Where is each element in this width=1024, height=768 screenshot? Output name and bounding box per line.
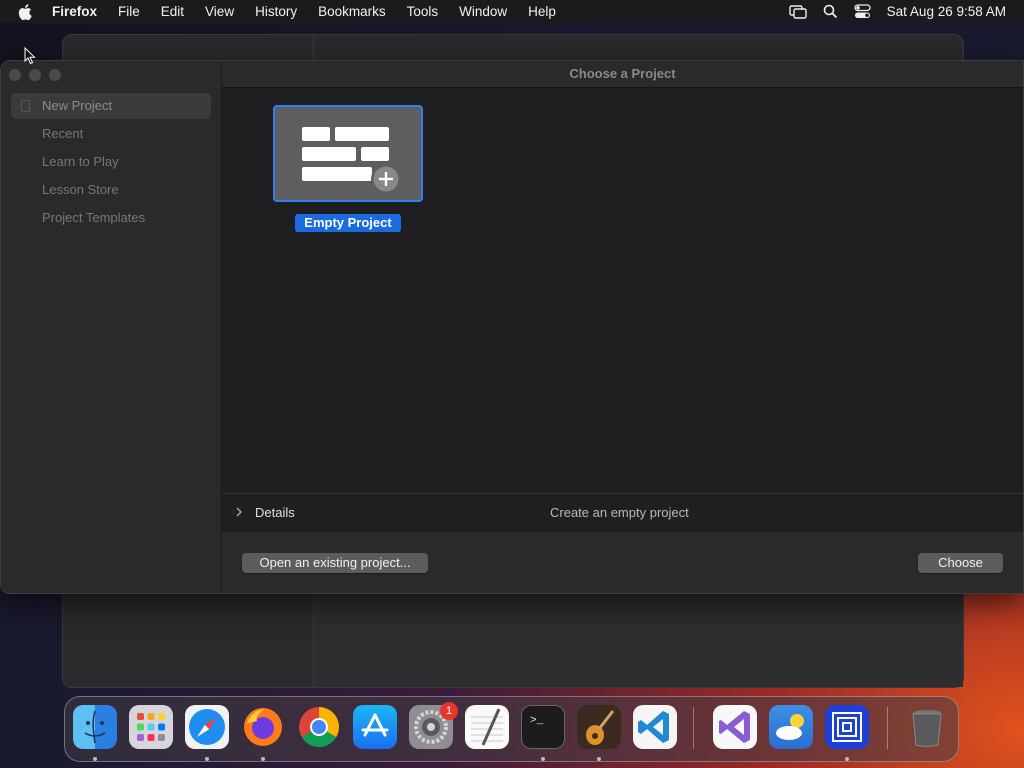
sidebar-item-label: Project Templates xyxy=(42,210,146,225)
apple-menu-icon[interactable] xyxy=(18,3,38,20)
app-store-icon[interactable] xyxy=(353,705,397,749)
running-indicator xyxy=(93,757,97,761)
choose-project-dialog: New Project Recent Learn to Play Lesson … xyxy=(0,60,1024,594)
running-indicator xyxy=(261,757,265,761)
menu-bookmarks[interactable]: Bookmarks xyxy=(318,4,386,19)
sidebar-item-learn-to-play[interactable]: Learn to Play xyxy=(11,149,211,175)
dialog-main: Choose a Project Empty Project Details C… xyxy=(222,61,1023,593)
menu-edit[interactable]: Edit xyxy=(161,4,184,19)
window-controls xyxy=(9,69,61,81)
terminal-icon[interactable]: >_ xyxy=(521,705,565,749)
vscode-icon[interactable] xyxy=(633,705,677,749)
dock-separator xyxy=(887,707,888,749)
dock-separator xyxy=(693,707,694,749)
sidebar-item-project-templates[interactable]: Project Templates xyxy=(11,205,211,231)
launchpad-icon[interactable] xyxy=(129,705,173,749)
dialog-sidebar: New Project Recent Learn to Play Lesson … xyxy=(1,61,222,593)
dialog-title: Choose a Project xyxy=(222,61,1023,88)
weather-icon[interactable] xyxy=(769,705,813,749)
chrome-icon[interactable] xyxy=(297,705,341,749)
details-toggle[interactable]: Details xyxy=(255,505,295,520)
sidebar-item-label: New Project xyxy=(42,98,113,113)
control-center-icon[interactable] xyxy=(854,4,871,19)
open-existing-project-button[interactable]: Open an existing project... xyxy=(242,553,428,573)
mouse-pointer-icon xyxy=(24,46,36,70)
dock: >_ xyxy=(64,696,959,762)
sidebar-item-label: Recent xyxy=(42,126,84,141)
firefox-icon[interactable] xyxy=(241,705,285,749)
trash-icon[interactable] xyxy=(905,705,949,749)
details-bar: Details Create an empty project xyxy=(222,493,1023,533)
menu-file[interactable]: File xyxy=(118,4,140,19)
zoom-window-button[interactable] xyxy=(49,69,61,81)
menu-history[interactable]: History xyxy=(255,4,297,19)
details-description: Create an empty project xyxy=(550,505,689,520)
empty-project-icon xyxy=(302,127,401,194)
running-indicator xyxy=(205,757,209,761)
sidebar-item-lesson-store[interactable]: Lesson Store xyxy=(11,177,211,203)
sidebar-list: New Project Recent Learn to Play Lesson … xyxy=(11,93,211,233)
safari-icon[interactable] xyxy=(185,705,229,749)
menu-app-name[interactable]: Firefox xyxy=(52,4,97,19)
sidebar-item-label: Learn to Play xyxy=(42,154,119,169)
minimize-window-button[interactable] xyxy=(29,69,41,81)
menu-view[interactable]: View xyxy=(205,4,234,19)
svg-text:>_: >_ xyxy=(530,715,544,727)
menu-clock[interactable]: Sat Aug 26 9:58 AM xyxy=(887,4,1006,19)
sidebar-item-recent[interactable]: Recent xyxy=(11,121,211,147)
document-icon xyxy=(21,100,30,112)
menu-help[interactable]: Help xyxy=(528,4,556,19)
running-indicator xyxy=(541,757,545,761)
menu-window[interactable]: Window xyxy=(459,4,507,19)
running-indicator xyxy=(845,757,849,761)
close-window-button[interactable] xyxy=(9,69,21,81)
screen-mirroring-icon[interactable] xyxy=(788,4,807,19)
chevron-right-icon[interactable] xyxy=(235,505,243,523)
notification-badge: 1 xyxy=(440,702,458,720)
garageband-icon[interactable] xyxy=(577,705,621,749)
dialog-footer: Open an existing project... Choose xyxy=(222,532,1023,593)
menu-tools[interactable]: Tools xyxy=(407,4,439,19)
background-window-pane xyxy=(314,595,963,687)
spotlight-search-icon[interactable] xyxy=(823,4,838,19)
choose-button[interactable]: Choose xyxy=(918,553,1003,573)
sidebar-item-new-project[interactable]: New Project xyxy=(11,93,211,119)
sidebar-item-label: Lesson Store xyxy=(42,182,119,197)
screen-recorder-icon[interactable] xyxy=(825,705,869,749)
textedit-icon[interactable] xyxy=(465,705,509,749)
visual-studio-icon[interactable] xyxy=(713,705,757,749)
running-indicator xyxy=(597,757,601,761)
finder-icon[interactable] xyxy=(73,705,117,749)
empty-project-label[interactable]: Empty Project xyxy=(295,214,401,232)
empty-project-tile[interactable] xyxy=(273,105,423,202)
menu-bar: Firefox File Edit View History Bookmarks… xyxy=(0,0,1024,23)
